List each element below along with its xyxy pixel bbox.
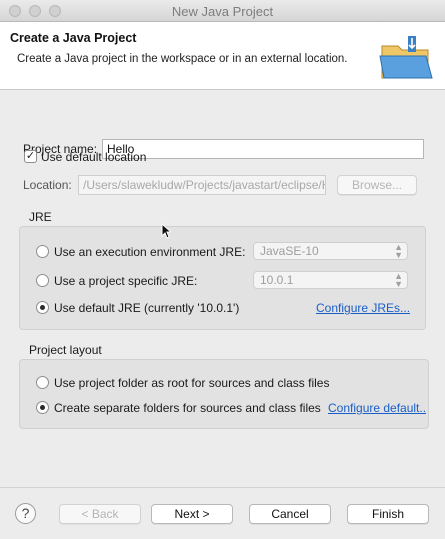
jre-execution-env-label: Use an execution environment JRE:	[54, 245, 246, 259]
project-specific-jre-select-value: 10.0.1	[260, 273, 294, 287]
browse-button[interactable]: Browse...	[337, 175, 417, 195]
jre-group-title: JRE	[29, 210, 52, 224]
back-button[interactable]: < Back	[59, 504, 141, 524]
jre-project-specific-radio[interactable]	[36, 274, 49, 287]
project-layout-group-title: Project layout	[29, 343, 102, 357]
window-title: New Java Project	[171, 4, 274, 19]
jre-default-radio[interactable]	[36, 301, 49, 314]
footer-separator	[0, 487, 445, 488]
execution-env-select-value: JavaSE-10	[260, 244, 319, 258]
project-name-input[interactable]: Hello	[102, 139, 424, 159]
cancel-button[interactable]: Cancel	[249, 504, 331, 524]
help-button[interactable]: ?	[15, 503, 36, 524]
use-default-location-label: Use default location	[41, 150, 147, 164]
configure-jres-link[interactable]: Configure JREs...	[316, 301, 410, 315]
mouse-pointer-icon	[161, 223, 171, 239]
title-bar: New Java Project	[0, 0, 445, 22]
banner-description: Create a Java project in the workspace o…	[17, 53, 348, 65]
jre-default-label: Use default JRE (currently '10.0.1')	[54, 301, 240, 315]
new-java-project-dialog: New Java Project Create a Java Project C…	[0, 0, 445, 539]
project-layout-group	[19, 359, 429, 429]
location-input[interactable]: /Users/slawekludw/Projects/javastart/ecl…	[78, 175, 326, 195]
location-label: Location:	[23, 178, 72, 192]
layout-project-folder-label: Use project folder as root for sources a…	[54, 376, 330, 390]
finish-button[interactable]: Finish	[347, 504, 429, 524]
wizard-banner: Create a Java Project Create a Java proj…	[0, 22, 445, 90]
project-specific-jre-select[interactable]: 10.0.1 ▲ ▼	[253, 271, 408, 289]
next-button[interactable]: Next >	[151, 504, 233, 524]
layout-separate-folders-radio[interactable]	[36, 401, 49, 414]
select-arrows-icon: ▲ ▼	[394, 271, 403, 289]
use-default-location-checkbox[interactable]: ✓	[24, 150, 37, 163]
execution-env-select[interactable]: JavaSE-10 ▲ ▼	[253, 242, 408, 260]
select-arrows-icon: ▲ ▼	[394, 242, 403, 260]
banner-title: Create a Java Project	[10, 31, 137, 45]
jre-project-specific-label: Use a project specific JRE:	[54, 274, 198, 288]
java-project-folder-icon	[379, 36, 433, 79]
jre-execution-env-radio[interactable]	[36, 245, 49, 258]
configure-default-link[interactable]: Configure default..	[328, 401, 426, 415]
layout-project-folder-radio[interactable]	[36, 376, 49, 389]
layout-separate-folders-label: Create separate folders for sources and …	[54, 401, 321, 415]
